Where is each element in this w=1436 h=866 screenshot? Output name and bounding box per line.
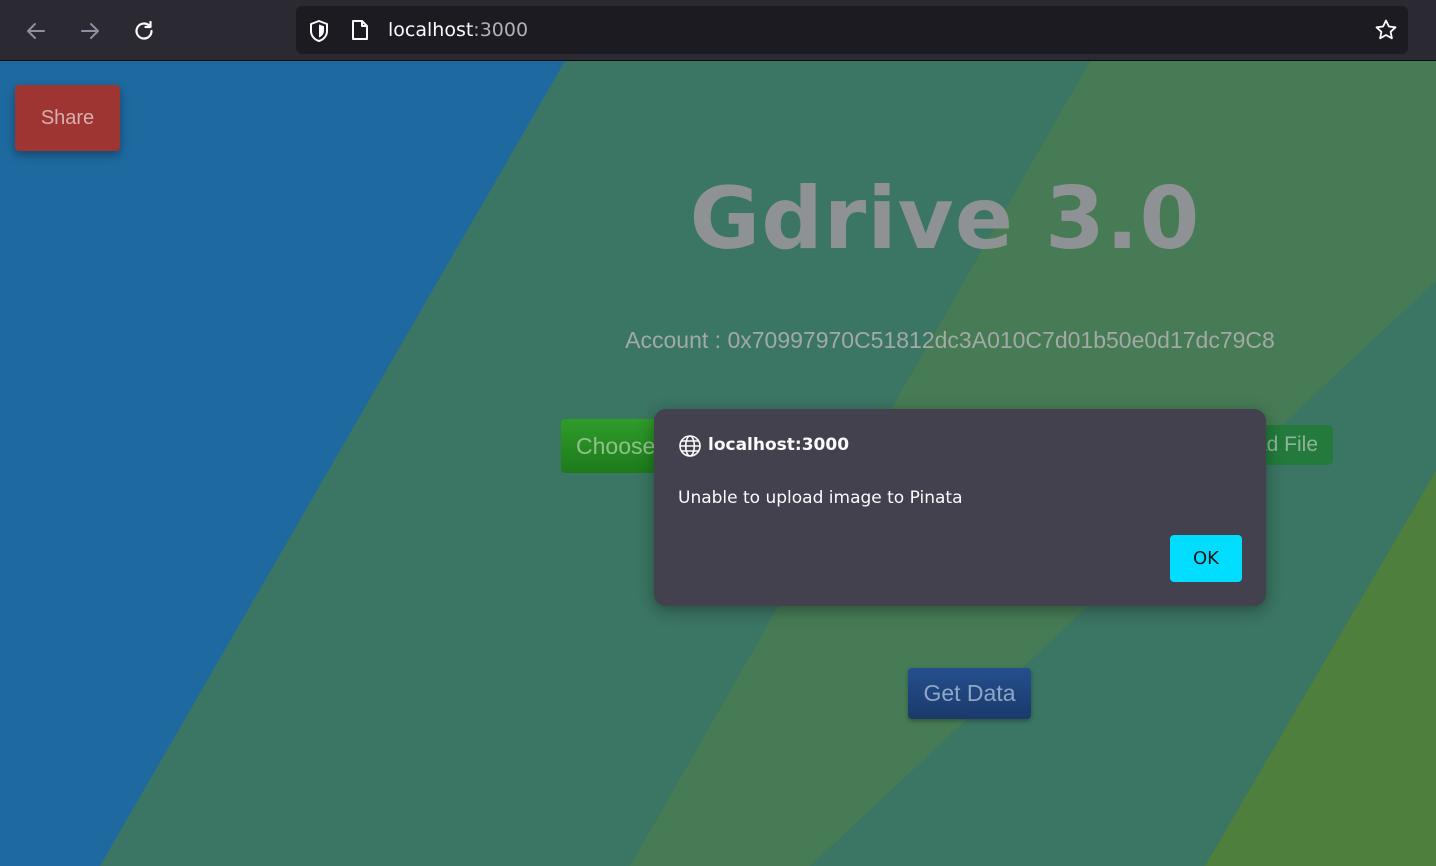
url-host: localhost	[388, 19, 474, 41]
dialog-message: Unable to upload image to Pinata	[678, 488, 963, 508]
account-text: Account : 0x70997970C51812dc3A010C7d01b5…	[625, 327, 1275, 353]
reload-icon	[135, 20, 153, 40]
forward-button[interactable]	[72, 13, 108, 49]
reload-button[interactable]	[126, 13, 162, 49]
share-button[interactable]: Share	[15, 85, 120, 151]
url-text[interactable]: localhost:3000	[388, 19, 528, 41]
back-button[interactable]	[18, 13, 54, 49]
arrow-right-icon	[81, 23, 99, 39]
dialog-origin: localhost:3000	[708, 435, 850, 455]
choose-file-label: Choose	[576, 432, 656, 459]
alert-dialog: localhost:3000 Unable to upload image to…	[654, 409, 1266, 606]
url-bar[interactable]: localhost:3000	[296, 6, 1408, 54]
get-data-button[interactable]: Get Data	[908, 668, 1031, 719]
browser-toolbar: localhost:3000	[0, 0, 1436, 61]
page-icon[interactable]	[350, 19, 370, 41]
globe-icon	[679, 435, 701, 457]
page-title: Gdrive 3.0	[689, 169, 1201, 269]
page-viewport: Share Gdrive 3.0 Account : 0x70997970C51…	[0, 61, 1436, 866]
star-icon[interactable]	[1374, 18, 1398, 42]
url-port: :3000	[473, 19, 529, 41]
shield-icon[interactable]	[308, 19, 330, 43]
ok-button[interactable]: OK	[1170, 535, 1242, 582]
arrow-left-icon	[27, 23, 45, 39]
